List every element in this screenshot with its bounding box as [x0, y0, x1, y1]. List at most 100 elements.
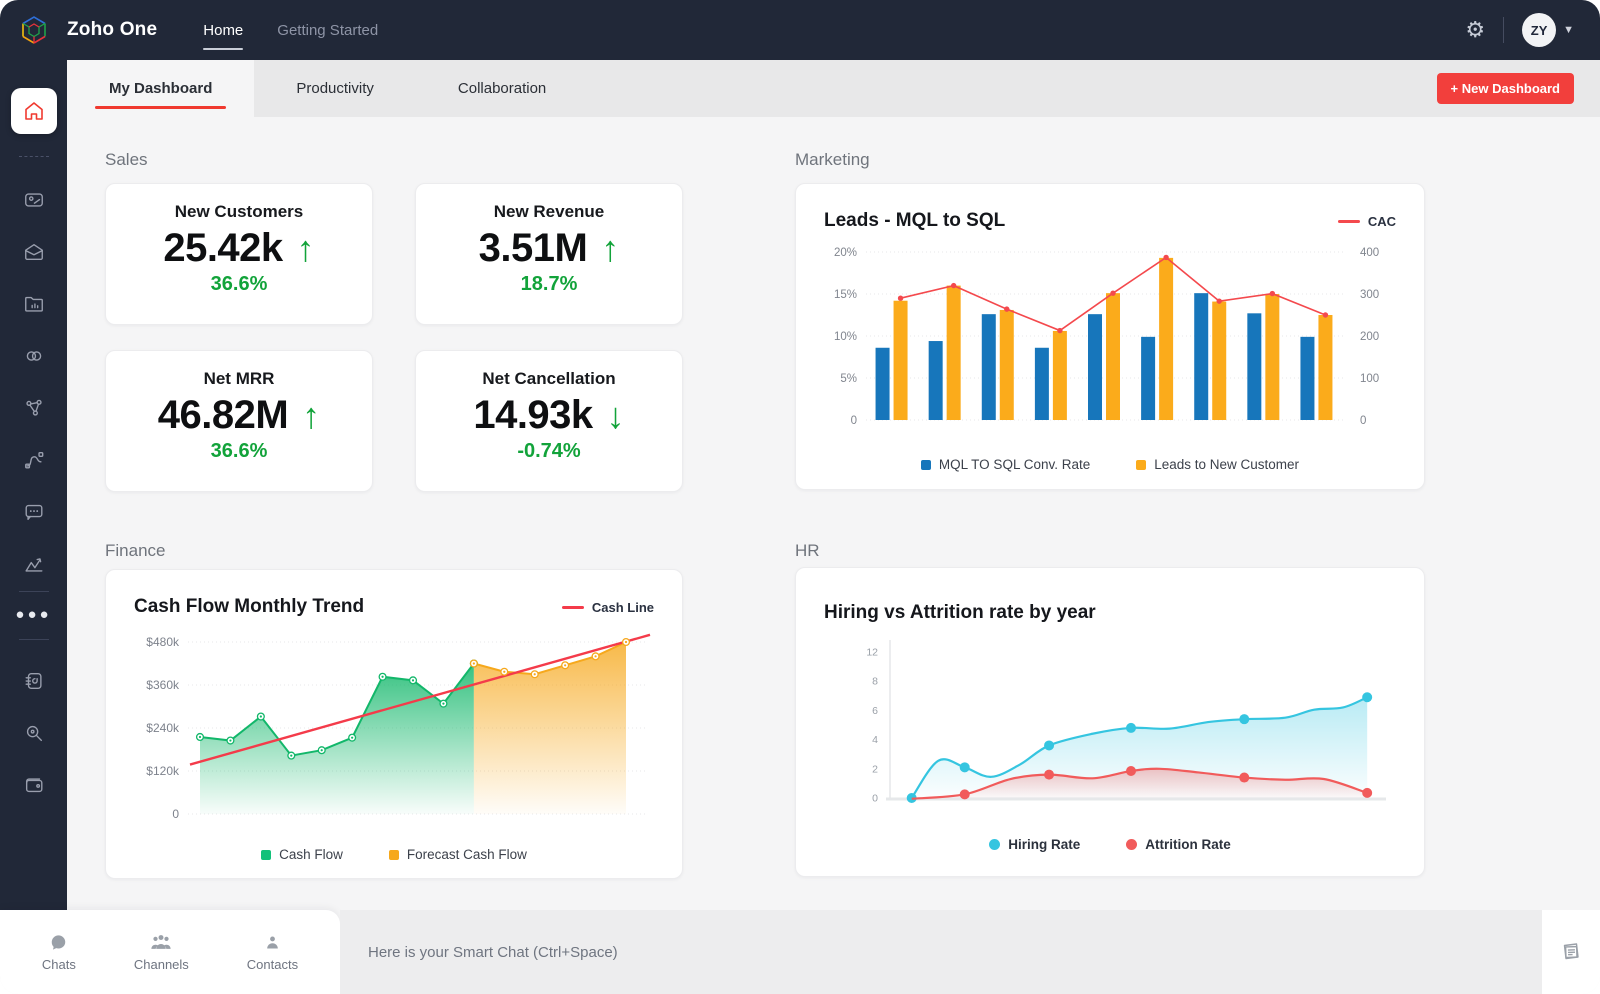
sidebar-item-wallet[interactable] [23, 774, 45, 796]
new-dashboard-button[interactable]: + New Dashboard [1436, 73, 1574, 104]
kpi-title: New Customers [174, 202, 304, 221]
section-label-marketing: Marketing [795, 150, 870, 169]
svg-text:$120k: $120k [146, 764, 180, 778]
topbar-right: ⚙ ZY ▼ [1465, 13, 1600, 47]
svg-text:8: 8 [872, 676, 878, 688]
finance-legend: Cash Flow Forecast Cash Flow [134, 847, 654, 862]
topnav-getting-started[interactable]: Getting Started [277, 0, 378, 60]
legend-mql-sql[interactable]: MQL TO SQL Conv. Rate [920, 457, 1090, 472]
crm-card-icon [24, 193, 43, 207]
sidebar-item-notebook[interactable] [23, 670, 45, 692]
chart-title-leads: Leads - MQL to SQL [824, 210, 1006, 231]
hr-legend: Hiring Rate Attrition Rate [824, 837, 1396, 852]
svg-text:200: 200 [1360, 331, 1379, 343]
sidebar-item-analytics[interactable] [23, 553, 45, 575]
svg-text:20%: 20% [834, 247, 857, 259]
legend-leads-new-customer[interactable]: Leads to New Customer [1136, 457, 1299, 472]
sidebar-divider [18, 639, 49, 640]
chevron-down-icon: ▼ [1563, 24, 1574, 36]
sidebar-item-flow[interactable] [23, 345, 45, 367]
kpi-grid: New Customers 25.42k ↑ 36.6% New Revenue… [105, 183, 683, 492]
arrow-up-icon: ↑ [296, 227, 315, 269]
legend-cash-flow[interactable]: Cash Flow [261, 847, 343, 862]
sidebar-item-mail[interactable] [23, 241, 45, 263]
tab-my-dashboard[interactable]: My Dashboard [67, 60, 255, 117]
svg-text:$240k: $240k [146, 721, 180, 735]
finance-chart-card: Cash Flow Monthly Trend Cash Line 0 $120k… [105, 569, 683, 879]
svg-text:$360k: $360k [146, 678, 180, 692]
hiring-attrition-chart: 12 8 6 4 2 0 [866, 640, 1386, 805]
kpi-value: 46.82M [157, 393, 289, 437]
sidebar-item-chat[interactable] [23, 501, 45, 523]
chat-tabs-panel: Chats Channels Contacts [0, 910, 340, 994]
legend-forecast-cash-flow[interactable]: Forecast Cash Flow [388, 847, 527, 862]
svg-text:300: 300 [1360, 289, 1379, 301]
notebook-icon [25, 672, 42, 690]
svg-text:10%: 10% [834, 331, 857, 343]
user-menu[interactable]: ZY ▼ [1522, 13, 1574, 47]
marketing-chart-card: Leads - MQL to SQL CAC 0 5% 10% 15% 20% 0 100 2… [795, 183, 1425, 490]
topbar-divider [1503, 17, 1505, 43]
marketing-legend: MQL TO SQL Conv. Rate Leads to New Custo… [824, 457, 1396, 472]
sidebar-item-connect[interactable] [23, 397, 45, 419]
red-line-swatch [561, 606, 584, 609]
svg-text:0: 0 [872, 793, 878, 805]
section-label-hr: HR [795, 541, 820, 560]
svg-text:5%: 5% [840, 373, 857, 385]
chart-title-cashflow: Cash Flow Monthly Trend [134, 596, 365, 617]
folder-chart-icon [24, 296, 43, 312]
notes-button[interactable] [1542, 910, 1600, 994]
svg-text:400: 400 [1360, 247, 1379, 259]
mail-icon [24, 243, 43, 261]
settings-gear-icon[interactable]: ⚙ [1465, 19, 1485, 41]
network-icon [25, 399, 42, 416]
bottom-tab-contacts[interactable]: Contacts [247, 932, 298, 972]
sidebar: ●●● [0, 60, 67, 934]
zoho-cube-icon [21, 16, 46, 44]
legend-cac[interactable]: CAC [1337, 214, 1396, 229]
magnifier-icon [26, 725, 42, 742]
topnav-home[interactable]: Home [203, 0, 244, 60]
bottom-tab-chats[interactable]: Chats [42, 932, 76, 972]
blue-swatch [920, 459, 931, 470]
pages-icon [1563, 943, 1579, 960]
sidebar-item-reports[interactable] [23, 293, 45, 315]
zoho-logo[interactable] [0, 13, 67, 47]
kpi-title: Net MRR [203, 369, 275, 388]
cyan-dot-swatch [989, 839, 1001, 850]
arrow-up-icon: ↑ [601, 227, 620, 269]
sidebar-item-more[interactable]: ●●● [15, 606, 51, 623]
svg-text:0: 0 [851, 415, 857, 427]
smart-chat-input[interactable]: Here is your Smart Chat (Ctrl+Space) [340, 910, 1542, 994]
legend-hiring-rate[interactable]: Hiring Rate [989, 837, 1080, 852]
cash-flow-chart: 0 $120k $240k $360k $480k [146, 633, 651, 821]
sidebar-item-home[interactable] [10, 88, 57, 134]
kpi-value: 25.42k [163, 226, 283, 270]
kpi-card-new-customers: New Customers 25.42k ↑ 36.6% [105, 183, 373, 325]
kpi-delta: 36.6% [210, 440, 268, 462]
top-nav: Home Getting Started [203, 0, 378, 60]
kpi-title: Net Cancellation [482, 369, 616, 388]
svg-text:6: 6 [872, 705, 878, 717]
sidebar-item-journey[interactable] [23, 449, 45, 471]
tab-collaboration[interactable]: Collaboration [416, 60, 588, 117]
avatar[interactable]: ZY [1522, 13, 1557, 47]
kpi-value: 3.51M [478, 226, 588, 270]
brand-title: Zoho One [67, 19, 158, 40]
legend-cash-line[interactable]: Cash Line [561, 600, 654, 615]
sidebar-divider [18, 591, 49, 592]
legend-attrition-rate[interactable]: Attrition Rate [1126, 837, 1231, 852]
bottom-tab-channels[interactable]: Channels [134, 932, 189, 972]
svg-text:12: 12 [866, 647, 878, 659]
tab-productivity[interactable]: Productivity [254, 60, 416, 117]
svg-text:$480k: $480k [146, 635, 180, 649]
sidebar-item-crm[interactable] [23, 189, 45, 211]
orange-swatch [388, 849, 399, 860]
dashboard-content: Sales New Customers 25.42k ↑ 36.6% New R… [67, 117, 1600, 910]
sidebar-item-search[interactable] [23, 722, 45, 744]
route-icon [24, 451, 43, 469]
svg-text:100: 100 [1360, 373, 1379, 385]
people-group-icon [150, 932, 172, 952]
top-bar: Zoho One Home Getting Started ⚙ ZY ▼ [0, 0, 1600, 60]
chat-bubble-icon [49, 932, 68, 952]
